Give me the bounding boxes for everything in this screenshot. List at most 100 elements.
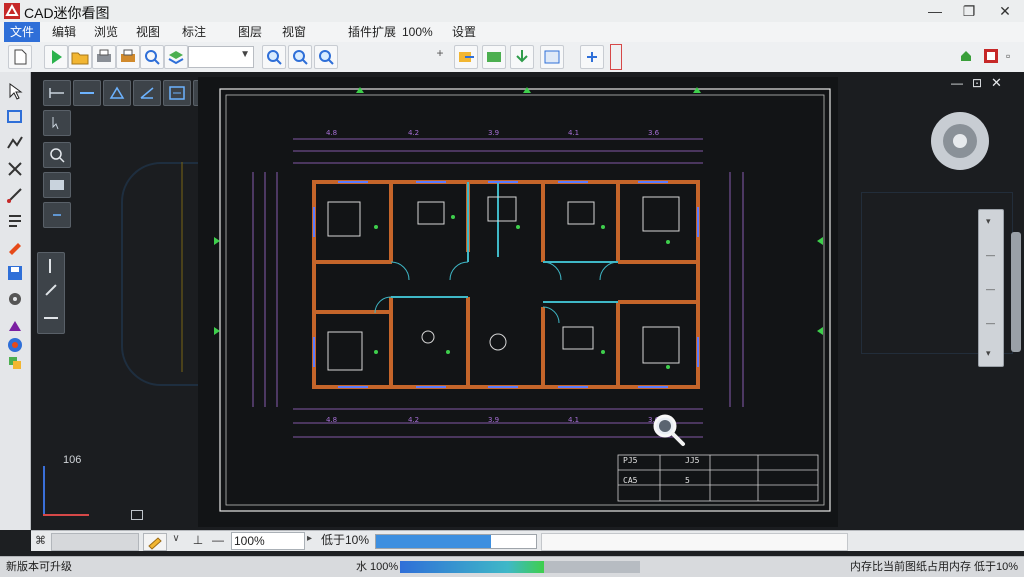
command-bar: ⌘ ∨ ⊥ — 100% ▸ 低于10% [31, 530, 1024, 551]
drawing-canvas[interactable]: 4.84.23.94.13.6 4.84.23.94.13.6 [31, 72, 1024, 530]
menu-layer[interactable]: 图层 [232, 22, 268, 42]
zoom-out-button[interactable] [314, 45, 338, 69]
extend-button[interactable] [4, 184, 26, 206]
menu-window[interactable]: 视窗 [276, 22, 312, 42]
status-bar: 新版本可升级 水 100% 内存比当前图纸占用内存 低于10% [0, 556, 1024, 577]
settings-button[interactable] [4, 288, 26, 310]
close-button[interactable]: ✕ [990, 2, 1020, 20]
diagonal-tool-icon[interactable] [45, 284, 57, 296]
new-file-button[interactable] [8, 45, 32, 69]
canvas-tool-dimension[interactable] [43, 80, 71, 106]
title-bar: CAD迷你看图 — ❐ ✕ [0, 0, 1024, 23]
chevron-up-icon[interactable]: ▾ [986, 216, 991, 227]
color-picker-button[interactable] [4, 236, 26, 258]
export-button[interactable] [454, 45, 478, 69]
layer-dropdown[interactable]: ▼ [188, 46, 254, 68]
zoom-in-icon [293, 50, 308, 65]
download-button[interactable] [510, 45, 534, 69]
open-button[interactable] [68, 45, 92, 69]
pan-button[interactable] [4, 210, 26, 232]
chevron-down-icon[interactable]: ▾ [986, 348, 991, 359]
screenshot-button[interactable] [540, 45, 564, 69]
menu-annotate[interactable]: 标注 [176, 22, 212, 42]
settings-icon [9, 293, 21, 305]
print-button[interactable] [92, 45, 116, 69]
chevron-down-icon[interactable]: ∨ [167, 533, 185, 549]
trim-button[interactable] [4, 158, 26, 180]
viewport-restore-icon[interactable]: ⊡ [972, 76, 982, 90]
zoom-in-button[interactable] [288, 45, 312, 69]
save-button[interactable] [4, 262, 26, 284]
nav-pan-icon[interactable]: — [986, 250, 995, 260]
help-icon[interactable]: ▫ [1006, 49, 1018, 63]
print-preview-button[interactable] [116, 45, 140, 69]
rotate-button[interactable] [580, 45, 604, 69]
menu-file[interactable]: 文件 [4, 22, 41, 42]
image-icon [50, 180, 64, 190]
cursor-icon [52, 117, 59, 130]
maximize-button[interactable]: ❐ [954, 2, 984, 20]
canvas-tool-image[interactable] [43, 172, 71, 198]
nav-zoom-icon[interactable]: — [986, 284, 995, 294]
play-button[interactable] [44, 45, 68, 69]
find-button[interactable] [140, 45, 164, 69]
svg-text:3.9: 3.9 [488, 416, 499, 424]
canvas-tool-zoom[interactable] [43, 142, 71, 168]
canvas-tool-area[interactable] [103, 80, 131, 106]
select-tool-button[interactable] [4, 80, 26, 102]
status-right-text: 内存比当前图纸占用内存 低于10% [850, 561, 1019, 573]
command-input[interactable] [51, 533, 139, 551]
polyline-button[interactable] [4, 132, 26, 154]
dimension-toggle-button[interactable]: ⊥ [189, 533, 207, 549]
crosshair-icon [53, 214, 61, 216]
extend-icon [7, 188, 22, 203]
canvas-tool-minus[interactable] [73, 80, 101, 106]
zoom-button[interactable] [262, 45, 286, 69]
home-icon[interactable] [960, 50, 972, 62]
plot-button[interactable] [4, 314, 26, 336]
toolbar-more-button[interactable]: + [432, 46, 448, 66]
play-icon [52, 50, 62, 64]
find-icon [145, 50, 160, 65]
layer-manager-button[interactable] [4, 352, 26, 374]
line-tool-icon[interactable] [49, 259, 51, 273]
menu-settings[interactable]: 设置 [446, 22, 482, 42]
navigation-bar: ▾ — — — ▾ [978, 209, 1004, 367]
title-block-cell: 5 [685, 476, 690, 485]
chevron-right-icon[interactable]: ▸ [307, 533, 319, 549]
import-button[interactable] [482, 45, 506, 69]
pdf-icon[interactable] [984, 49, 998, 63]
minus-tool-icon[interactable] [44, 317, 58, 319]
viewport-minimize-icon[interactable]: — [951, 76, 963, 90]
pencil-button[interactable] [143, 533, 167, 551]
canvas-tool-add[interactable] [43, 202, 71, 228]
canvas-tool-select[interactable] [43, 110, 71, 136]
svg-text:4.8: 4.8 [326, 416, 337, 424]
svg-text:3.9: 3.9 [488, 129, 499, 137]
import-icon [487, 52, 501, 62]
nav-orbit-icon[interactable]: — [986, 318, 995, 328]
view-cube-icon[interactable] [931, 112, 989, 170]
canvas-tool-text[interactable] [163, 80, 191, 106]
command-icon[interactable]: ⌘ [35, 534, 49, 548]
menu-tools[interactable]: 插件扩展 [342, 22, 402, 42]
command-history [541, 533, 848, 551]
toolbar-grip[interactable] [610, 44, 622, 70]
svg-text:4.2: 4.2 [408, 416, 419, 424]
progress-fill [376, 535, 492, 548]
menu-edit[interactable]: 编辑 [46, 22, 82, 42]
zoom-input[interactable]: 100% [231, 532, 305, 550]
plot-icon [9, 321, 21, 331]
vertical-scrollbar[interactable] [1011, 232, 1021, 352]
window-select-button[interactable] [4, 106, 26, 128]
menu-view[interactable]: 视图 [130, 22, 166, 42]
minimize-button[interactable]: — [920, 2, 950, 20]
color-picker-icon [9, 243, 21, 255]
pan-icon [9, 215, 21, 227]
viewport-close-icon[interactable]: ✕ [991, 75, 1002, 91]
menu-zoom[interactable]: 100% [396, 22, 439, 42]
canvas-tool-angle[interactable] [133, 80, 161, 106]
layers-button[interactable] [164, 45, 188, 69]
menu-browse[interactable]: 浏览 [88, 22, 124, 42]
minus-button[interactable]: — [209, 533, 227, 549]
